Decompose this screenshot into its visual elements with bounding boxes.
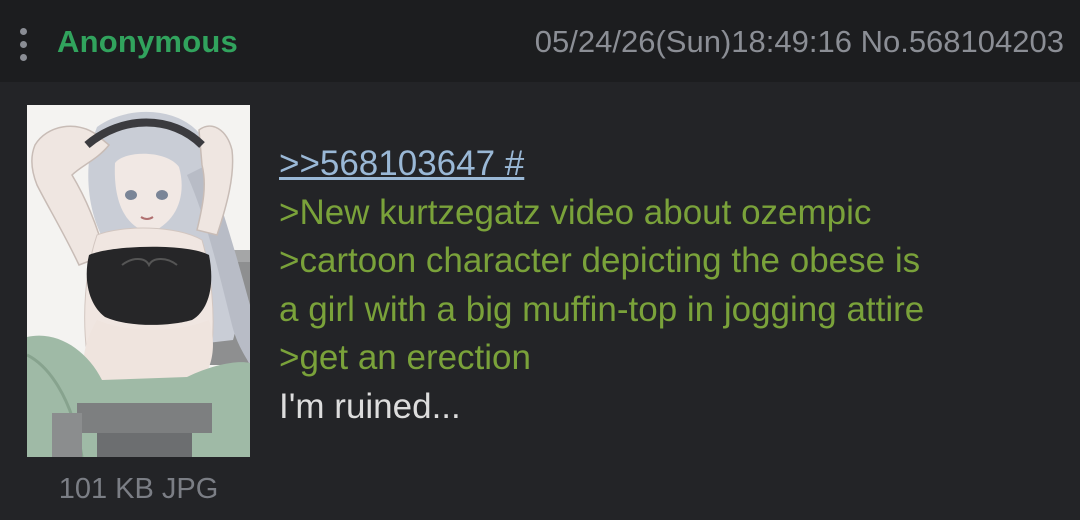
- post-datetime: 05/24/26(Sun)18:49:16: [534, 24, 852, 59]
- file-info: 101 KB JPG: [58, 473, 219, 505]
- poster-name: Anonymous: [57, 24, 238, 59]
- thumbnail-illustration: [27, 105, 250, 457]
- greentext-line: a girl with a big muffin-top in jogging …: [279, 289, 925, 329]
- post-meta: 05/24/26(Sun)18:49:16 No.568104203: [535, 24, 1064, 60]
- more-options-icon[interactable]: [12, 24, 36, 64]
- post-body: >>568103647 # >New kurtzegatz video abou…: [279, 140, 1069, 431]
- greentext-line: >get an erection: [279, 338, 531, 377]
- greentext-line: >cartoon character depicting the obese i…: [279, 241, 921, 280]
- post-number[interactable]: No.568104203: [861, 24, 1064, 59]
- post-header: Anonymous 05/24/26(Sun)18:49:16 No.56810…: [0, 0, 1080, 82]
- post-thumbnail-image[interactable]: [27, 105, 250, 457]
- greentext-line: >New kurtzegatz video about ozempic: [279, 192, 872, 232]
- post-text-line: I'm ruined...: [279, 386, 461, 426]
- quote-link[interactable]: >>568103647 #: [279, 144, 524, 183]
